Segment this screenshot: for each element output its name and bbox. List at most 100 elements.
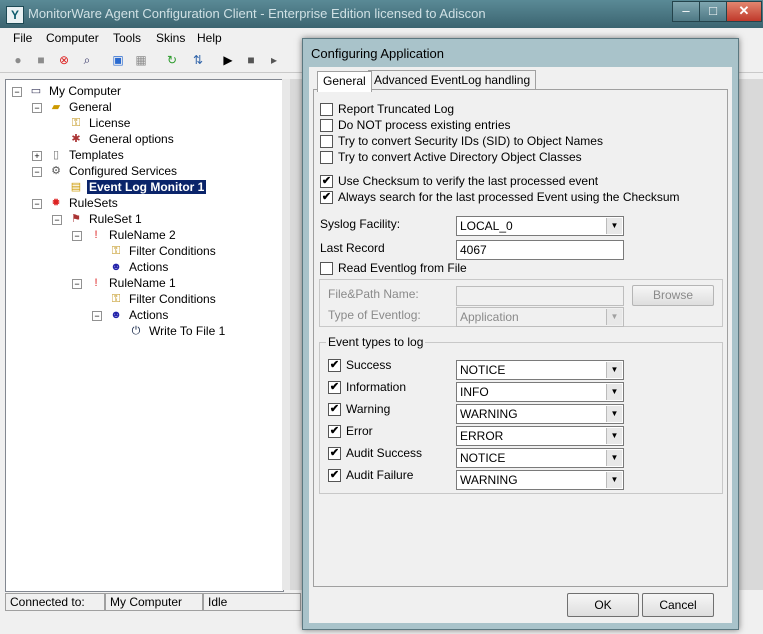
tree-item-event-log-monitor[interactable]: ▤ Event Log Monitor 1 [68,178,207,194]
read-from-file-checkbox[interactable] [320,262,333,275]
step-icon[interactable]: ▸ [266,52,282,68]
grid-icon[interactable]: ▦ [133,52,149,68]
chevron-down-icon[interactable]: ▼ [606,428,622,444]
actions-icon: ☻ [110,260,122,273]
last-record-input[interactable]: 4067 [456,240,624,260]
tree-item-filter-conditions[interactable]: ⚿ Filter Conditions [108,290,218,306]
tree-item-configured-services[interactable]: ⚙ Configured Services [48,162,179,178]
tree-item-rulename-1[interactable]: ! RuleName 1 [88,274,178,290]
stop-icon[interactable]: ■ [243,52,259,68]
window-title: MonitorWare Agent Configuration Client -… [28,6,486,21]
information-label: Information [346,380,407,394]
tree-collapse-toggle[interactable]: − [12,87,22,97]
tab-advanced-eventlog[interactable]: Advanced EventLog handling [368,70,537,90]
do-not-process-existing-checkbox[interactable] [320,119,333,132]
menu-skins[interactable]: Skins [156,31,185,45]
chevron-down-icon[interactable]: ▼ [606,406,622,422]
tree-item-write-to-file[interactable]: ⏻ Write To File 1 [128,322,227,338]
close-button[interactable]: ✕ [726,1,762,22]
tree-item-general-options[interactable]: ✱ General options [68,130,176,146]
success-checkbox[interactable]: ✔ [328,359,341,372]
tree-item-filter-conditions[interactable]: ⚿ Filter Conditions [108,242,218,258]
tree-item-actions[interactable]: ☻ Actions [108,306,170,322]
always-search-checksum-checkbox[interactable]: ✔ [320,191,333,204]
audit-success-label: Audit Success [346,446,423,460]
chevron-down-icon[interactable]: ▼ [606,362,622,378]
tree-item-templates[interactable]: ▯ Templates [48,146,126,162]
ok-button[interactable]: OK [567,593,639,617]
minimize-button[interactable]: – [672,1,700,22]
app-icon: Y [6,6,24,24]
tree-collapse-toggle[interactable]: − [32,167,42,177]
last-record-label: Last Record [320,241,385,255]
tree-scrollbar[interactable] [282,79,290,590]
network-icon[interactable]: ▣ [110,52,126,68]
chevron-down-icon[interactable]: ▼ [606,450,622,466]
chevron-down-icon[interactable]: ▼ [606,384,622,400]
audit-failure-severity-select[interactable]: WARNING ▼ [456,470,624,490]
convert-ad-classes-checkbox[interactable] [320,151,333,164]
information-severity-select[interactable]: INFO ▼ [456,382,624,402]
ruleset-icon: ⚑ [71,212,81,225]
tree-item-my-computer[interactable]: ▭ My Computer [28,82,123,98]
menu-file[interactable]: File [13,31,32,45]
browse-button[interactable]: Browse [632,285,714,306]
filter-icon: ⚿ [111,244,121,257]
eventlog-type-select[interactable]: Application ▼ [456,307,624,327]
syslog-facility-select[interactable]: LOCAL_0 ▼ [456,216,624,236]
chevron-down-icon[interactable]: ▼ [606,218,622,234]
search-icon[interactable]: ⌕ [79,52,95,68]
audit-success-checkbox[interactable]: ✔ [328,447,341,460]
check-icon[interactable]: ● [10,52,26,68]
save-icon[interactable]: ■ [33,52,49,68]
warning-checkbox[interactable]: ✔ [328,403,341,416]
tree-expand-toggle[interactable]: + [32,151,42,161]
chevron-down-icon[interactable]: ▼ [606,472,622,488]
configuration-tree[interactable]: − ▭ My Computer − ▰ General ⚿ License ✱ Gene… [5,79,284,592]
folder-icon: ▰ [51,100,61,113]
play-icon[interactable]: ▶ [220,52,236,68]
cancel-button[interactable]: Cancel [642,593,714,617]
tree-item-general[interactable]: ▰ General [48,98,114,114]
error-severity-select[interactable]: ERROR ▼ [456,426,624,446]
computer-icon: ▭ [30,84,42,97]
information-checkbox[interactable]: ✔ [328,381,341,394]
tab-general[interactable]: General [317,71,372,92]
maximize-button[interactable]: □ [699,1,727,22]
tree-collapse-toggle[interactable]: − [92,311,102,321]
convert-sid-checkbox[interactable] [320,135,333,148]
file-path-input[interactable] [456,286,624,306]
stop-sign-icon[interactable]: ⊗ [56,52,72,68]
title-bar[interactable]: Y MonitorWare Agent Configuration Client… [0,0,763,28]
status-state: Idle [203,593,301,611]
warning-severity-select[interactable]: WARNING ▼ [456,404,624,424]
menu-help[interactable]: Help [197,31,222,45]
use-checksum-checkbox[interactable]: ✔ [320,175,333,188]
error-label: Error [346,424,373,438]
tree-item-ruleset-1[interactable]: ⚑ RuleSet 1 [68,210,144,226]
tree-item-rulename-2[interactable]: ! RuleName 2 [88,226,178,242]
tree-collapse-toggle[interactable]: − [32,103,42,113]
report-truncated-log-checkbox[interactable] [320,103,333,116]
audit-success-severity-select[interactable]: NOTICE ▼ [456,448,624,468]
menu-computer[interactable]: Computer [46,31,99,45]
success-severity-select[interactable]: NOTICE ▼ [456,360,624,380]
tree-collapse-toggle[interactable]: − [72,231,82,241]
error-checkbox[interactable]: ✔ [328,425,341,438]
tree-item-rulesets[interactable]: ✹ RuleSets [48,194,120,210]
refresh-icon[interactable]: ↻ [164,52,180,68]
tree-item-license[interactable]: ⚿ License [68,114,132,130]
tree-collapse-toggle[interactable]: − [32,199,42,209]
dialog-title: Configuring Application [311,46,444,61]
export-icon[interactable]: ⇅ [190,52,206,68]
tree-collapse-toggle[interactable]: − [52,215,62,225]
rulesets-icon: ✹ [51,196,61,209]
filter-icon: ⚿ [111,292,121,305]
audit-failure-checkbox[interactable]: ✔ [328,469,341,482]
status-computer: My Computer [105,593,203,611]
tree-item-actions[interactable]: ☻ Actions [108,258,170,274]
tree-collapse-toggle[interactable]: − [72,279,82,289]
read-from-file-label: Read Eventlog from File [338,261,467,275]
chevron-down-icon[interactable]: ▼ [606,309,622,325]
menu-tools[interactable]: Tools [113,31,141,45]
